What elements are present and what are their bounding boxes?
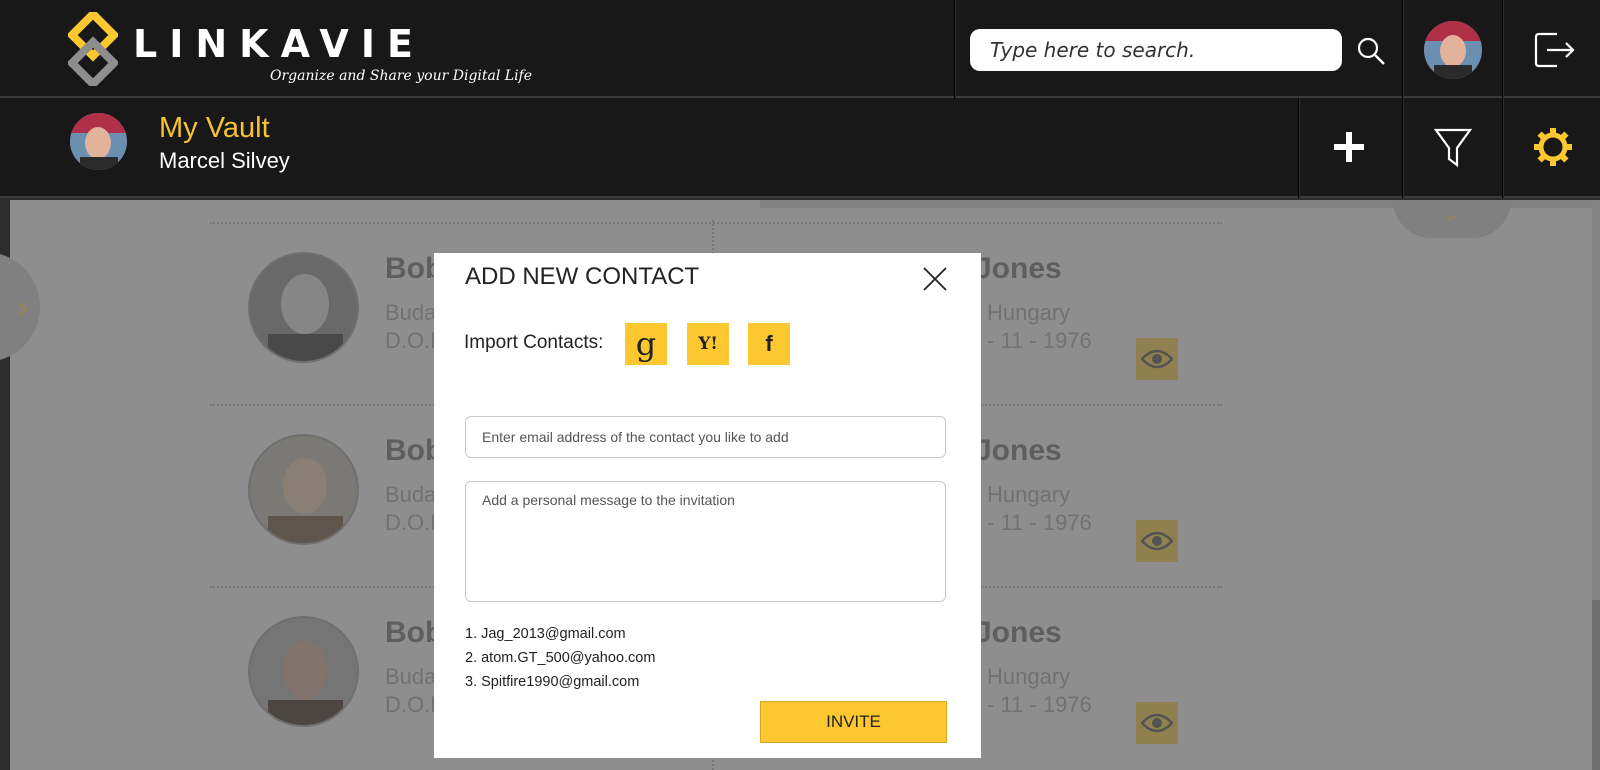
email-field[interactable] — [465, 416, 946, 458]
filter-icon — [1434, 128, 1472, 167]
import-label: Import Contacts: — [464, 332, 604, 353]
vault-avatar — [70, 113, 127, 170]
facebook-import-button[interactable]: f — [748, 323, 790, 365]
list-item: 1. Jag_2013@gmail.com — [465, 626, 626, 642]
vault-title: My Vault — [159, 112, 270, 144]
divider — [1502, 0, 1504, 98]
invite-button[interactable]: INVITE — [760, 701, 947, 743]
google-icon: g — [635, 325, 657, 363]
settings-button[interactable] — [1504, 98, 1600, 196]
divider — [954, 0, 956, 98]
search-icon[interactable] — [1356, 36, 1386, 66]
vault-user-name: Marcel Silvey — [159, 148, 290, 173]
google-import-button[interactable]: g — [625, 323, 667, 365]
search-input[interactable] — [970, 29, 1342, 71]
vault-bar: My Vault Marcel Silvey — [0, 98, 1600, 198]
logo-text: LINKAVIE — [133, 22, 425, 66]
divider — [1402, 0, 1404, 98]
add-button[interactable] — [1300, 98, 1398, 196]
gear-icon — [1534, 128, 1572, 166]
message-field[interactable] — [465, 481, 946, 602]
modal-title: ADD NEW CONTACT — [465, 263, 700, 290]
plus-icon — [1334, 132, 1364, 162]
top-bar: LINKAVIE Organize and Share your Digital… — [0, 0, 1600, 98]
add-contact-modal: ADD NEW CONTACT Import Contacts: g Y! f … — [434, 253, 981, 758]
close-icon[interactable] — [921, 265, 949, 293]
logo-tagline: Organize and Share your Digital Life — [270, 68, 533, 84]
avatar[interactable] — [1424, 21, 1482, 79]
list-item: 3. Spitfire1990@gmail.com — [465, 674, 640, 690]
facebook-icon: f — [765, 331, 773, 356]
list-item: 2. atom.GT_500@yahoo.com — [465, 650, 656, 666]
yahoo-import-button[interactable]: Y! — [687, 323, 729, 365]
yahoo-icon: Y! — [698, 334, 718, 354]
filter-button[interactable] — [1404, 98, 1502, 196]
invitee-list: 1. Jag_2013@gmail.com 2. atom.GT_500@yah… — [465, 622, 655, 694]
logo-icon — [68, 12, 118, 86]
logout-icon[interactable] — [1533, 30, 1577, 70]
